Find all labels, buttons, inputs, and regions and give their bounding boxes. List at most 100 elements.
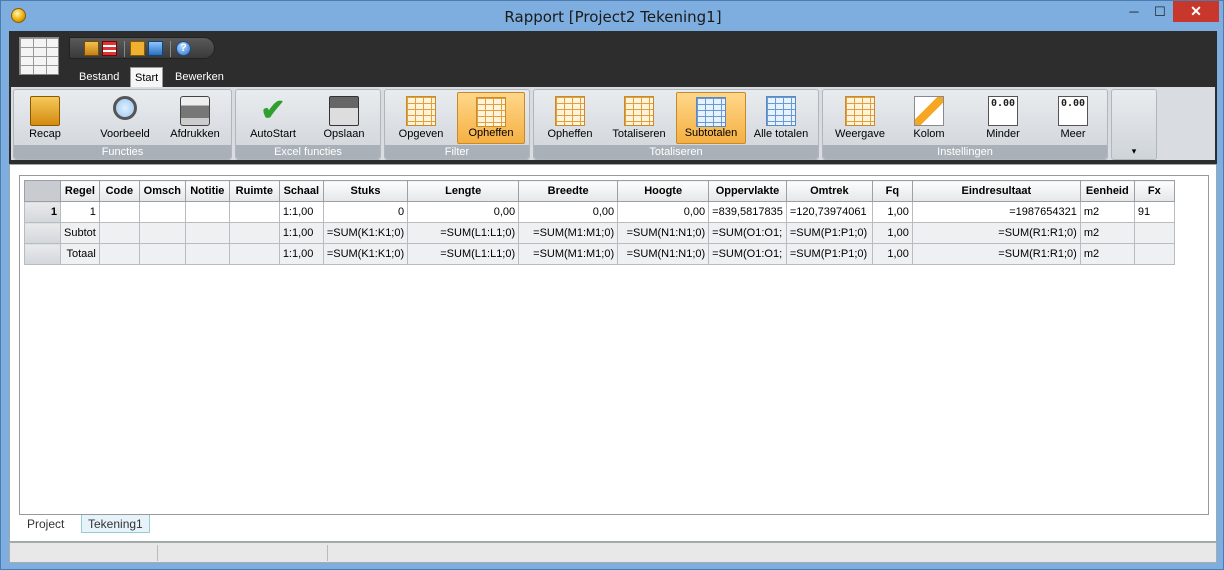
table-cell[interactable]: 0: [322, 201, 409, 223]
table-cell[interactable]: 1:1,00: [278, 222, 324, 244]
table-cell[interactable]: [228, 243, 280, 265]
table-cell[interactable]: 1:1,00: [278, 243, 324, 265]
recap-button[interactable]: Recap: [22, 92, 68, 144]
column-header[interactable]: Breedte: [518, 180, 619, 202]
table-cell[interactable]: [98, 222, 140, 244]
table-cell[interactable]: =SUM(R1:R1;0): [911, 243, 1081, 265]
column-header[interactable]: Omsch: [138, 180, 186, 202]
table-cell[interactable]: =839,5817835: [708, 201, 787, 223]
column-header[interactable]: Stuks: [322, 180, 409, 202]
sheet-tab-project[interactable]: Project: [21, 515, 70, 533]
table-cell[interactable]: Subtot: [60, 222, 100, 244]
table-cell[interactable]: 0,00: [407, 201, 520, 223]
column-header[interactable]: Fq: [871, 180, 913, 202]
table-cell[interactable]: [184, 222, 230, 244]
table-cell[interactable]: [138, 222, 186, 244]
totaal-opheffen-button[interactable]: Opheffen: [540, 92, 600, 144]
opslaan-button[interactable]: Opslaan: [314, 92, 374, 144]
table-cell[interactable]: [1133, 222, 1175, 244]
table-cell[interactable]: 1,00: [871, 201, 913, 223]
table-cell[interactable]: =SUM(M1:M1;0): [518, 222, 619, 244]
column-header[interactable]: Eindresultaat: [911, 180, 1081, 202]
column-header[interactable]: Schaal: [278, 180, 324, 202]
table-row[interactable]: Totaal 1:1,00 =SUM(K1:K1;0) =SUM(L1:L1;0) =S…: [24, 243, 1175, 265]
voorbeeld-button[interactable]: Voorbeeld: [92, 92, 158, 144]
report-icon[interactable]: [102, 41, 117, 56]
column-header[interactable]: Eenheid: [1079, 180, 1135, 202]
column-header[interactable]: Ruimte: [228, 180, 280, 202]
tab-start[interactable]: Start: [130, 67, 164, 87]
filter-opheffen-button[interactable]: Opheffen: [457, 92, 525, 144]
table-cell[interactable]: 91: [1133, 201, 1175, 223]
ribbon-more-button[interactable]: ▾: [1111, 89, 1157, 160]
table-cell[interactable]: 0,00: [518, 201, 619, 223]
table-cell[interactable]: 1,00: [871, 222, 913, 244]
table-cell[interactable]: =SUM(K1:K1;0): [322, 222, 409, 244]
subtotalen-button[interactable]: Subtotalen: [676, 92, 746, 144]
column-header[interactable]: Oppervlakte: [708, 180, 787, 202]
filter-opgeven-button[interactable]: Opgeven: [391, 92, 451, 144]
minder-button[interactable]: 0.00 Minder: [973, 92, 1033, 144]
meer-button[interactable]: 0.00 Meer: [1045, 92, 1101, 144]
table-cell[interactable]: =SUM(N1:N1;0): [617, 222, 710, 244]
table-cell[interactable]: =SUM(L1:L1;0): [407, 243, 520, 265]
open-icon[interactable]: [84, 41, 99, 56]
table-row[interactable]: 1 1 1:1,00 0 0,00 0,00 0,00 =839,5817835 =120,73…: [24, 201, 1175, 223]
table-cell[interactable]: [98, 243, 140, 265]
row-header[interactable]: [24, 243, 61, 265]
column-header[interactable]: Code: [98, 180, 140, 202]
table-cell[interactable]: =SUM(O1:O1;: [708, 243, 787, 265]
minimize-button[interactable]: ─: [1121, 1, 1147, 22]
afdrukken-button[interactable]: Afdrukken: [164, 92, 226, 144]
column-header[interactable]: Regel: [60, 180, 100, 202]
sheet-tab-tekening1[interactable]: Tekening1: [81, 515, 150, 533]
table-cell[interactable]: =SUM(P1:P1;0): [785, 243, 873, 265]
table-cell[interactable]: =SUM(N1:N1;0): [617, 243, 710, 265]
alle-totalen-button[interactable]: Alle totalen: [748, 92, 814, 144]
table-row[interactable]: Subtot 1:1,00 =SUM(K1:K1;0) =SUM(L1:L1;0) =S…: [24, 222, 1175, 244]
table-cell[interactable]: m2: [1079, 222, 1135, 244]
table-cell[interactable]: [228, 201, 280, 223]
row-header[interactable]: [24, 222, 61, 244]
totaliseren-button[interactable]: Totaliseren: [606, 92, 672, 144]
table-cell[interactable]: m2: [1079, 201, 1135, 223]
table-cell[interactable]: [228, 222, 280, 244]
spreadsheet[interactable]: Regel Code Omsch Notitie Ruimte Schaal Stuks Le…: [19, 175, 1209, 515]
column-header[interactable]: Omtrek: [785, 180, 873, 202]
table-cell[interactable]: 1:1,00: [278, 201, 324, 223]
table-cell[interactable]: =1987654321: [911, 201, 1081, 223]
row-header[interactable]: 1: [24, 201, 61, 223]
title-bar[interactable]: Rapport [Project2 Tekening1] ─ ☐ ✕: [1, 1, 1223, 31]
kolom-button[interactable]: Kolom: [903, 92, 955, 144]
table-cell[interactable]: [138, 243, 186, 265]
table-cell[interactable]: [184, 243, 230, 265]
table-cell[interactable]: [1133, 243, 1175, 265]
column-header[interactable]: Hoogte: [617, 180, 710, 202]
table-cell[interactable]: =SUM(L1:L1;0): [407, 222, 520, 244]
autostart-button[interactable]: ✔ AutoStart: [242, 92, 304, 144]
column-header[interactable]: Lengte: [407, 180, 520, 202]
column-header[interactable]: Notitie: [184, 180, 230, 202]
table-cell[interactable]: [138, 201, 186, 223]
table-cell[interactable]: Totaal: [60, 243, 100, 265]
table-cell[interactable]: =SUM(P1:P1;0): [785, 222, 873, 244]
table-cell[interactable]: =SUM(R1:R1;0): [911, 222, 1081, 244]
table-cell[interactable]: 1,00: [871, 243, 913, 265]
table-cell[interactable]: =SUM(O1:O1;: [708, 222, 787, 244]
home-icon[interactable]: [148, 41, 163, 56]
weergave-button[interactable]: Weergave: [829, 92, 891, 144]
table-cell[interactable]: =SUM(M1:M1;0): [518, 243, 619, 265]
table-cell[interactable]: m2: [1079, 243, 1135, 265]
help-icon[interactable]: ?: [176, 41, 191, 56]
table-cell[interactable]: =120,73974061: [785, 201, 873, 223]
tab-bewerken[interactable]: Bewerken: [171, 67, 228, 87]
maximize-button[interactable]: ☐: [1147, 1, 1173, 22]
table-cell[interactable]: [98, 201, 140, 223]
column-header[interactable]: Fx: [1133, 180, 1175, 202]
close-button[interactable]: ✕: [1173, 1, 1219, 22]
table-cell[interactable]: =SUM(K1:K1;0): [322, 243, 409, 265]
mail-icon[interactable]: [130, 41, 145, 56]
table-cell[interactable]: 0,00: [617, 201, 710, 223]
table-cell[interactable]: 1: [60, 201, 100, 223]
tab-bestand[interactable]: Bestand: [75, 67, 123, 87]
